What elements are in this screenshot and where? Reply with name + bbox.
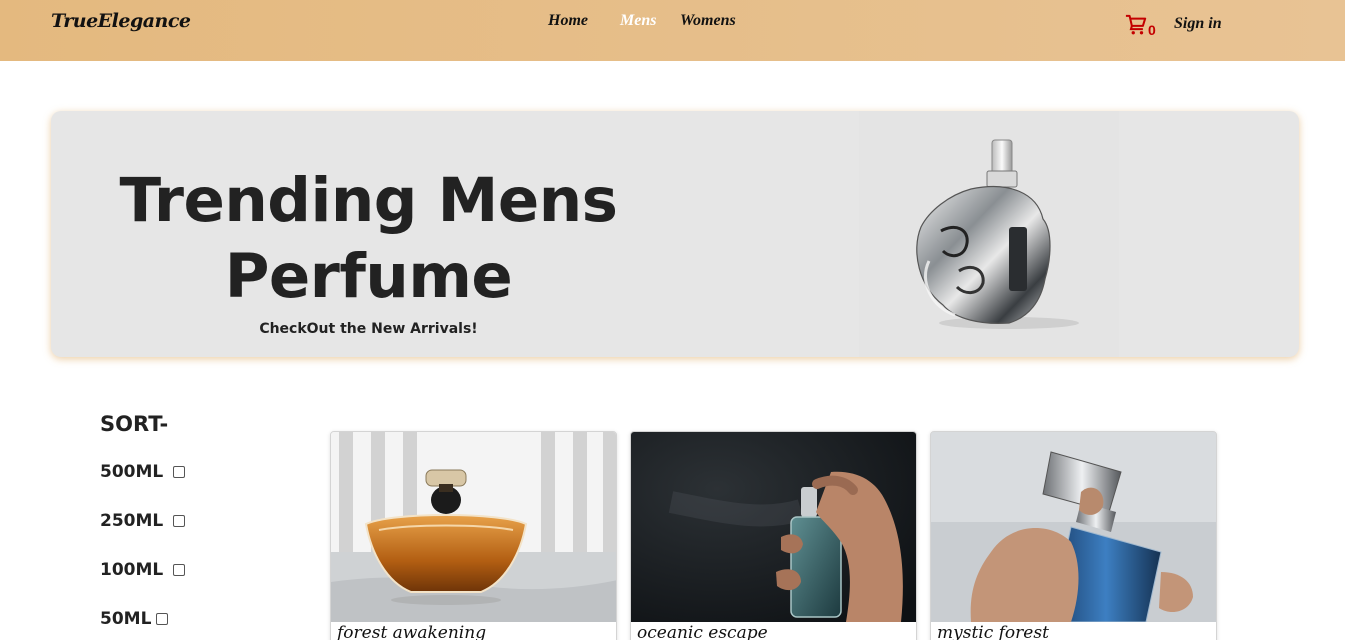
- sort-option-250ml[interactable]: 250ML: [100, 511, 186, 531]
- hero-perfume-image: [859, 111, 1119, 357]
- hero-title: Trending Mens Perfume: [119, 165, 618, 312]
- navbar: TrueElegance Home Mens Womens 0 Sign in: [0, 0, 1345, 61]
- hero-subtitle: CheckOut the New Arrivals!: [259, 321, 478, 337]
- sort-checkbox-100ml[interactable]: [173, 564, 186, 576]
- product-card[interactable]: mystic forest: [930, 431, 1217, 640]
- product-image: [331, 432, 616, 622]
- sort-option-label: 50ML: [100, 609, 152, 629]
- signin-link[interactable]: Sign in: [1174, 15, 1222, 33]
- sort-option-label: 250ML: [100, 511, 164, 531]
- sort-option-500ml[interactable]: 500ML: [100, 462, 186, 482]
- product-name: forest awakening: [337, 623, 487, 640]
- nav-link-womens[interactable]: Womens: [680, 12, 736, 30]
- sort-checkbox-50ml[interactable]: [156, 613, 169, 625]
- sort-option-50ml[interactable]: 50ML: [100, 609, 169, 629]
- sort-title: SORT-: [100, 412, 169, 436]
- cart-count: 0: [1148, 22, 1156, 38]
- hero-banner: Trending Mens Perfume CheckOut the New A…: [51, 111, 1299, 357]
- cart-icon: [1125, 14, 1147, 35]
- sort-option-label: 100ML: [100, 560, 164, 580]
- sort-option-100ml[interactable]: 100ML: [100, 560, 186, 580]
- sort-option-label: 500ML: [100, 462, 164, 482]
- product-name: mystic forest: [937, 623, 1049, 640]
- product-card[interactable]: forest awakening: [330, 431, 617, 640]
- cart-button[interactable]: 0: [1125, 14, 1165, 40]
- nav-link-home[interactable]: Home: [548, 12, 588, 30]
- nav-link-mens[interactable]: Mens: [620, 12, 656, 30]
- brand-logo[interactable]: TrueElegance: [51, 10, 191, 32]
- sort-checkbox-500ml[interactable]: [173, 466, 186, 478]
- product-name: oceanic escape: [637, 623, 768, 640]
- product-image: [631, 432, 916, 622]
- sort-checkbox-250ml[interactable]: [173, 515, 186, 527]
- product-image: [931, 432, 1216, 622]
- product-card[interactable]: oceanic escape: [630, 431, 917, 640]
